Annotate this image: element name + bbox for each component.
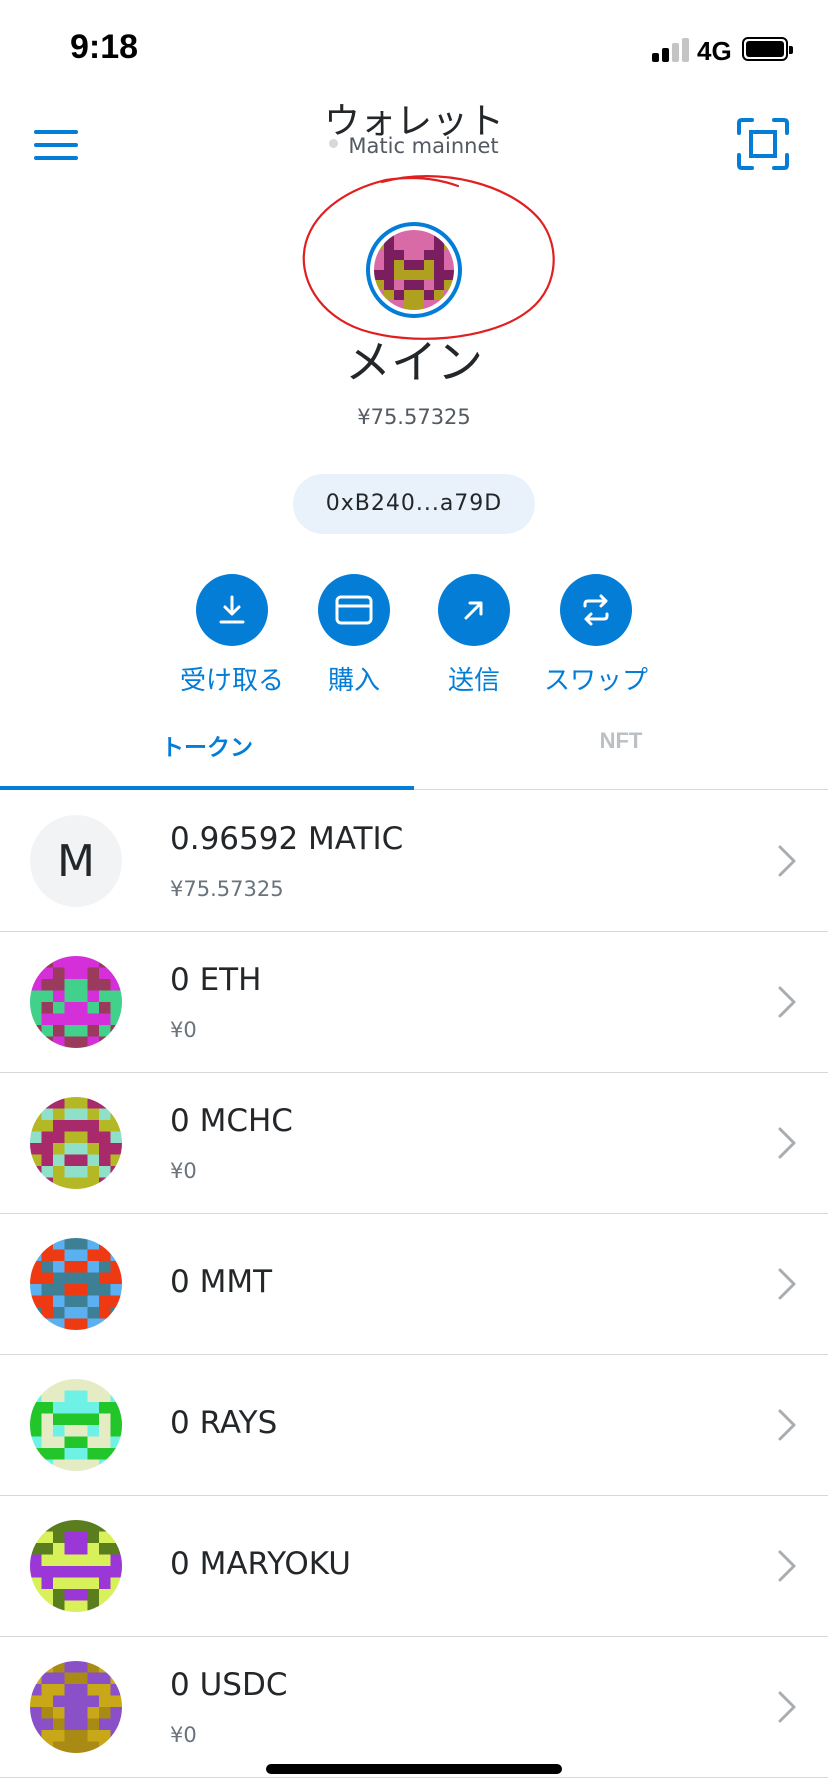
send-button[interactable]: 送信: [414, 574, 534, 697]
account-balance: ¥75.57325: [357, 405, 471, 429]
chevron-right-icon: [776, 1266, 798, 1302]
tab-tokens[interactable]: トークン: [0, 728, 414, 762]
buy-button[interactable]: 購入: [294, 574, 414, 697]
token-icon: [30, 1520, 122, 1612]
tab-nft[interactable]: NFT: [414, 728, 828, 754]
token-fiat-value: ¥0: [170, 1018, 197, 1042]
token-icon: M: [30, 815, 122, 907]
token-row[interactable]: 0 MARYOKU: [0, 1496, 828, 1637]
token-row[interactable]: 0 MCHC ¥0: [0, 1073, 828, 1214]
receive-label: 受け取る: [179, 666, 284, 696]
network-indicator[interactable]: Matic mainnet: [0, 134, 828, 158]
chevron-right-icon: [776, 1125, 798, 1161]
swap-label: スワップ: [543, 666, 648, 696]
network-status-dot: [329, 139, 339, 148]
token-amount: 0 RAYS: [170, 1405, 278, 1441]
chevron-right-icon: [776, 843, 798, 879]
token-fiat-value: ¥0: [170, 1159, 197, 1183]
header: ウォレット Matic mainnet: [0, 80, 828, 170]
token-icon: [30, 1238, 122, 1330]
asset-tabs: トークン NFT: [0, 710, 828, 792]
chevron-right-icon: [776, 1407, 798, 1443]
status-time: 9:18: [70, 28, 139, 66]
token-icon: [30, 1097, 122, 1189]
token-row[interactable]: M 0.96592 MATIC ¥75.57325: [0, 791, 828, 932]
card-icon: [318, 574, 390, 646]
download-icon: [196, 574, 268, 646]
token-icon: [30, 956, 122, 1048]
token-fiat-value: ¥75.57325: [170, 877, 284, 901]
token-amount: 0 MARYOKU: [170, 1546, 351, 1582]
account-identicon: [374, 230, 454, 310]
battery-icon: [742, 37, 793, 61]
swap-icon: [560, 574, 632, 646]
send-label: 送信: [447, 666, 500, 696]
token-fiat-value: ¥0: [170, 1723, 197, 1747]
token-row[interactable]: 0 RAYS: [0, 1355, 828, 1496]
cellular-signal-icon: [652, 38, 692, 62]
token-amount: 0 ETH: [170, 962, 262, 998]
token-amount: 0.96592 MATIC: [170, 821, 404, 857]
chevron-right-icon: [776, 984, 798, 1020]
swap-button[interactable]: スワップ: [536, 574, 656, 697]
token-row[interactable]: 0 MMT: [0, 1214, 828, 1355]
token-row[interactable]: 0 USDC ¥0: [0, 1637, 828, 1778]
arrow-up-right-icon: [438, 574, 510, 646]
token-icon: [30, 1379, 122, 1471]
home-indicator: [266, 1764, 562, 1774]
network-type: 4G: [697, 36, 732, 66]
chevron-right-icon: [776, 1689, 798, 1725]
account-name[interactable]: メイン: [0, 326, 828, 392]
token-list: M 0.96592 MATIC ¥75.57325 0 ETH ¥0 0 MCHC ¥0 0 …: [0, 791, 828, 1778]
buy-label: 購入: [327, 666, 380, 696]
token-amount: 0 MCHC: [170, 1103, 293, 1139]
active-tab-indicator: [0, 786, 414, 790]
chevron-right-icon: [776, 1548, 798, 1584]
network-name: Matic mainnet: [348, 134, 499, 158]
token-amount: 0 MMT: [170, 1264, 273, 1300]
token-row[interactable]: 0 ETH ¥0: [0, 932, 828, 1073]
receive-button[interactable]: 受け取る: [172, 574, 292, 697]
token-icon: [30, 1661, 122, 1753]
qr-scan-icon[interactable]: [736, 117, 790, 171]
account-address-button[interactable]: 0xB240...a79D: [293, 474, 535, 534]
account-avatar[interactable]: [366, 222, 462, 318]
token-amount: 0 USDC: [170, 1667, 288, 1703]
